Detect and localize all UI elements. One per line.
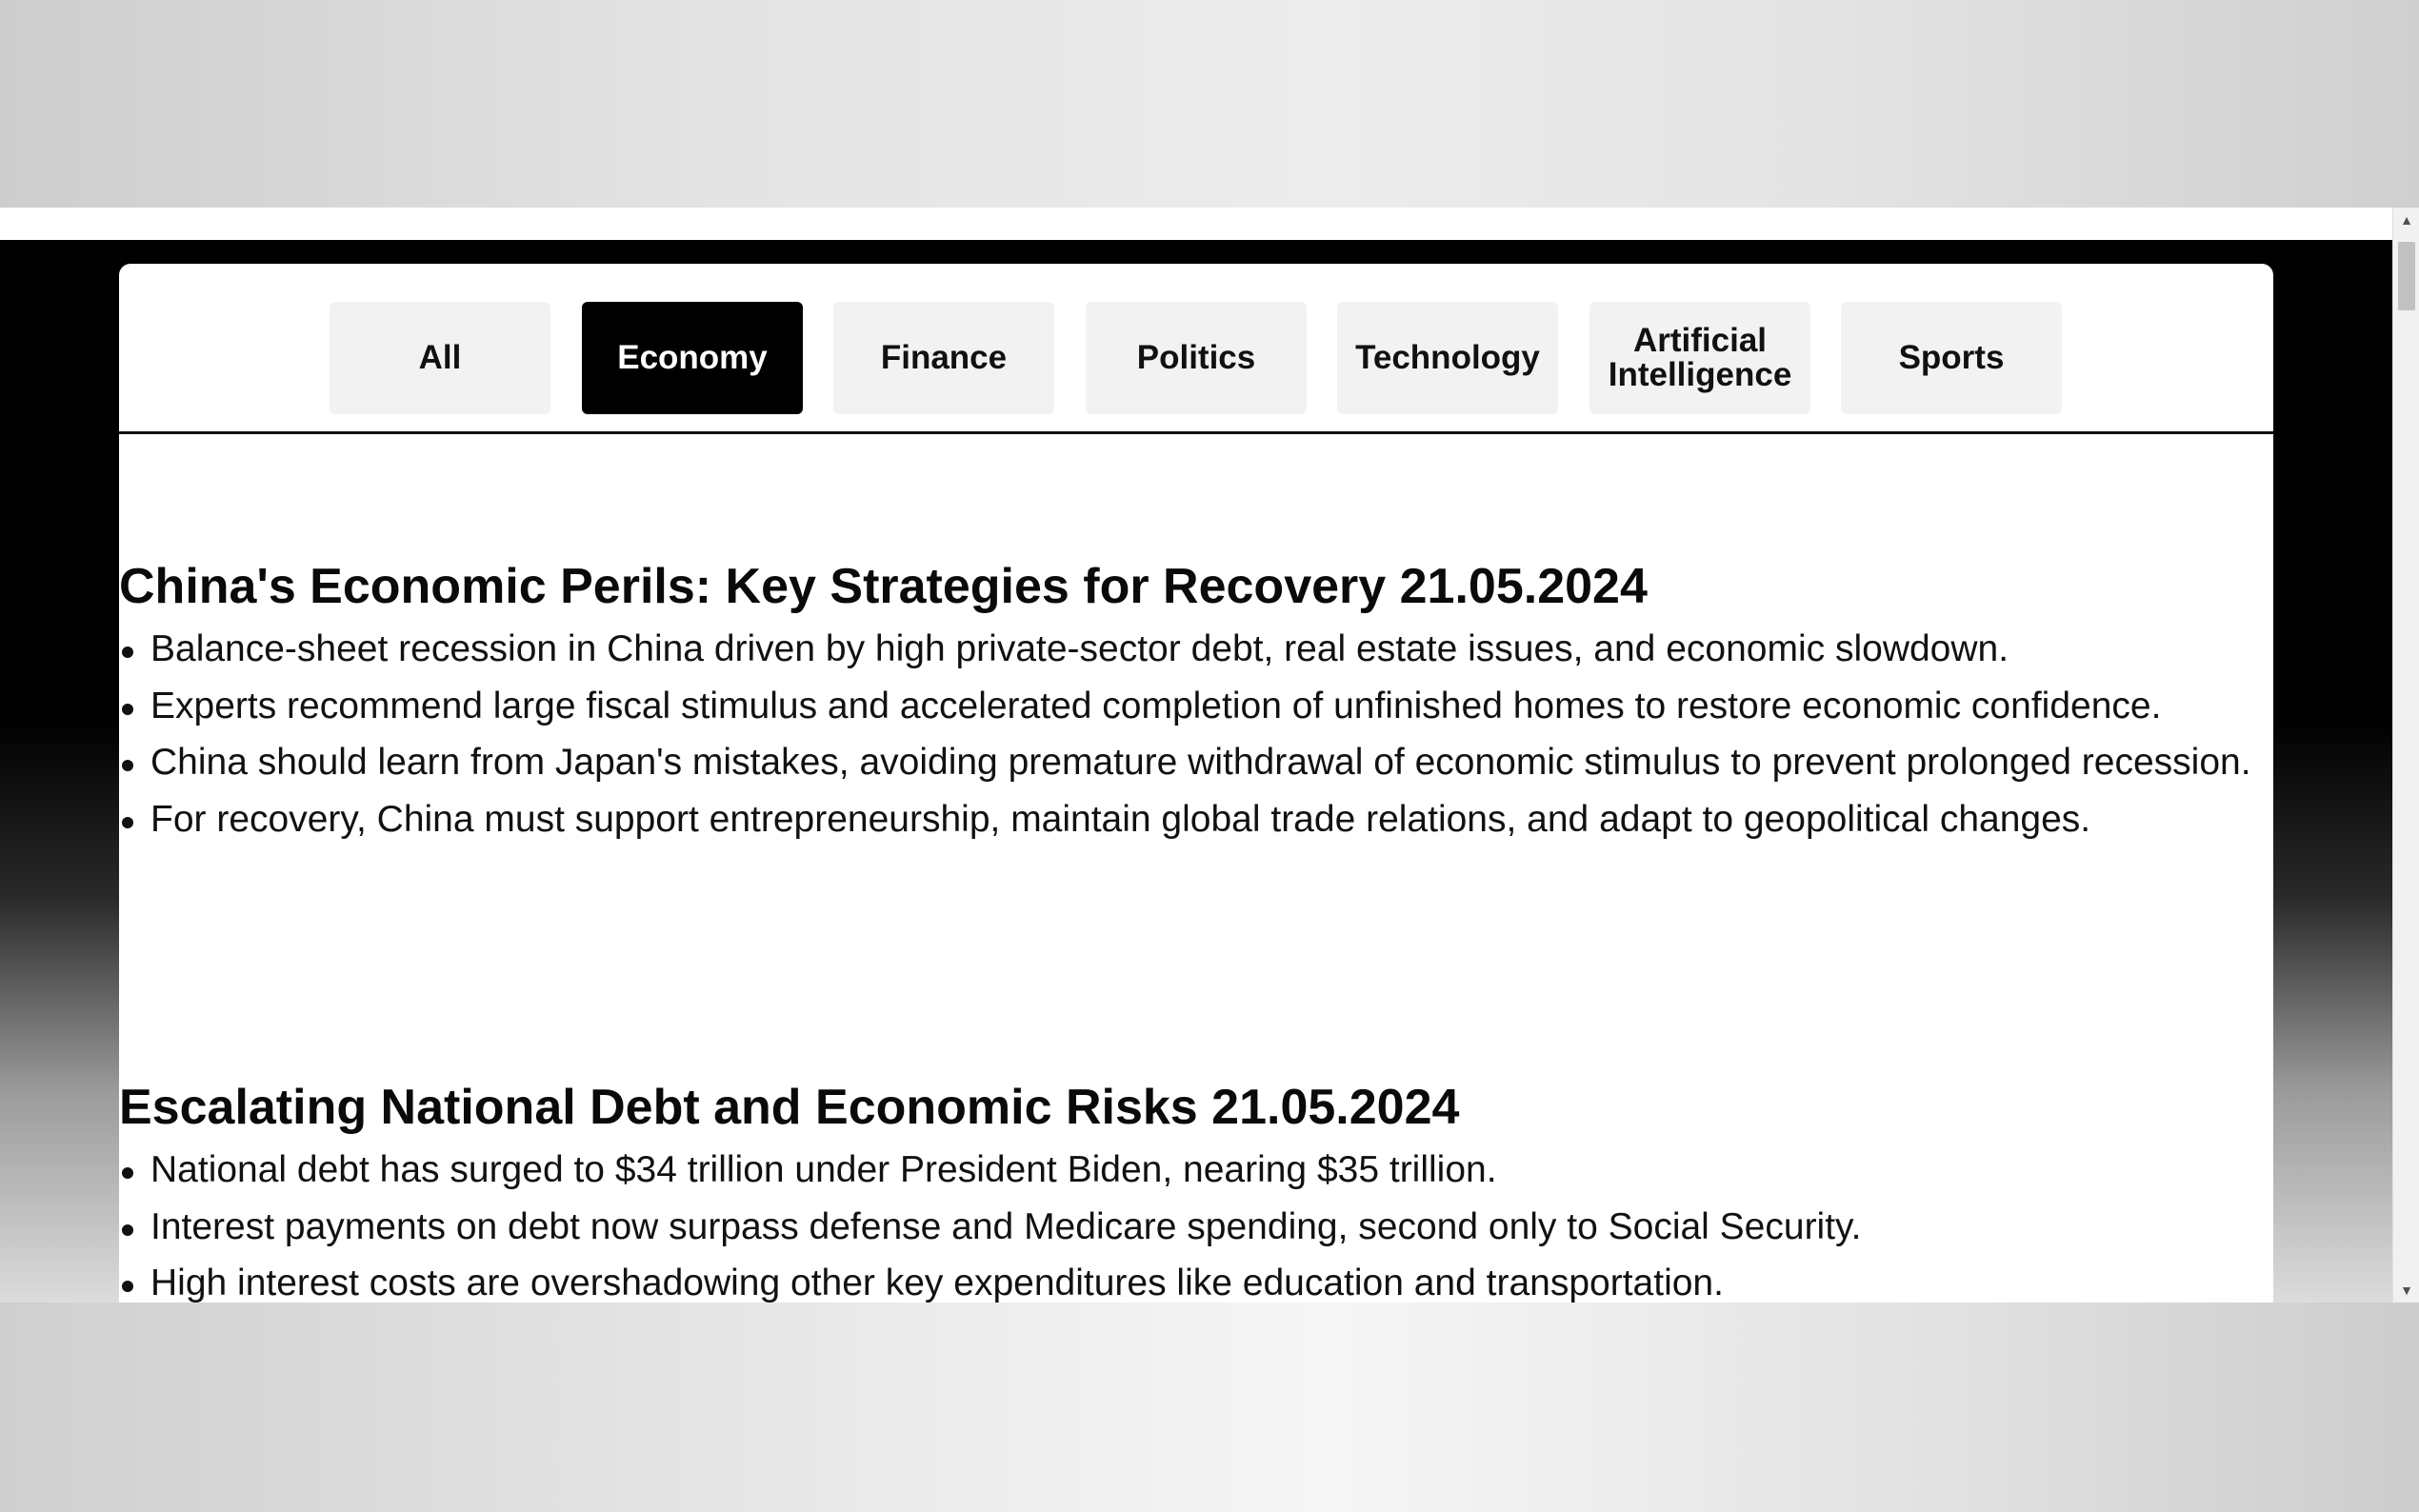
scroll-up-icon[interactable]: ▲ bbox=[2393, 208, 2419, 232]
tab-all[interactable]: All bbox=[330, 302, 550, 414]
list-item: High interest costs are overshadowing ot… bbox=[119, 1255, 2273, 1303]
article: Escalating National Debt and Economic Ri… bbox=[119, 1079, 2273, 1303]
news-card: All Economy Finance Politics Technology … bbox=[119, 264, 2273, 1303]
article-bullets: Balance-sheet recession in China driven … bbox=[119, 621, 2273, 847]
tab-label: Sports bbox=[1898, 339, 2005, 376]
scroll-down-icon[interactable]: ▼ bbox=[2393, 1278, 2419, 1303]
tab-economy[interactable]: Economy bbox=[582, 302, 803, 414]
tab-artificial-intelligence[interactable]: Artificial Intelligence bbox=[1589, 302, 1810, 414]
browser-viewport: All Economy Finance Politics Technology … bbox=[0, 208, 2419, 1303]
list-item: Interest payments on debt now surpass de… bbox=[119, 1199, 2273, 1256]
viewport-top-strip bbox=[0, 208, 2392, 240]
desktop-background-bottom bbox=[0, 1303, 2419, 1512]
tab-label: All bbox=[418, 339, 462, 376]
article-bullets: National debt has surged to $34 trillion… bbox=[119, 1142, 2273, 1303]
tab-label: Politics bbox=[1136, 339, 1256, 376]
article-title[interactable]: China's Economic Perils: Key Strategies … bbox=[119, 558, 2273, 615]
list-item: Balance-sheet recession in China driven … bbox=[119, 621, 2273, 678]
list-item: For recovery, China must support entrepr… bbox=[119, 791, 2273, 848]
tab-finance[interactable]: Finance bbox=[833, 302, 1054, 414]
list-item: China should learn from Japan's mistakes… bbox=[119, 734, 2273, 791]
tab-label: Finance bbox=[880, 339, 1008, 376]
article: China's Economic Perils: Key Strategies … bbox=[119, 558, 2273, 847]
vertical-scrollbar[interactable]: ▲ ▼ bbox=[2392, 208, 2419, 1303]
list-item: Experts recommend large fiscal stimulus … bbox=[119, 678, 2273, 735]
article-title[interactable]: Escalating National Debt and Economic Ri… bbox=[119, 1079, 2273, 1136]
scroll-thumb[interactable] bbox=[2398, 242, 2415, 310]
list-item: National debt has surged to $34 trillion… bbox=[119, 1142, 2273, 1199]
tab-sports[interactable]: Sports bbox=[1841, 302, 2062, 414]
tab-label: Technology bbox=[1355, 339, 1540, 376]
tab-technology[interactable]: Technology bbox=[1337, 302, 1558, 414]
tab-label: Economy bbox=[617, 339, 768, 376]
category-tabs: All Economy Finance Politics Technology … bbox=[119, 264, 2273, 434]
page-background: All Economy Finance Politics Technology … bbox=[0, 240, 2392, 1303]
tab-label: Artificial Intelligence bbox=[1608, 322, 1792, 393]
desktop-background-top bbox=[0, 0, 2419, 208]
tab-politics[interactable]: Politics bbox=[1086, 302, 1307, 414]
